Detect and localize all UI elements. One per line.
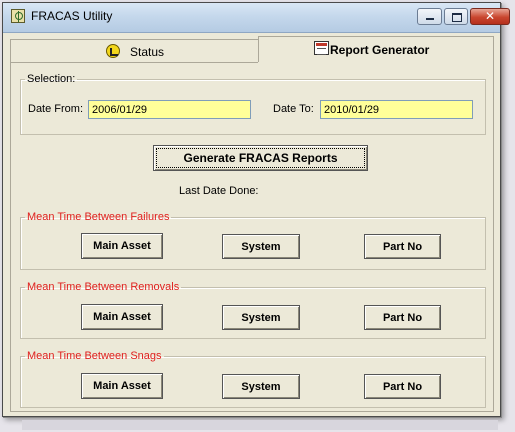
fracas-utility-window: FRACAS Utility ✕ Status Report Generator… bbox=[2, 2, 510, 417]
selection-legend: Selection: bbox=[27, 73, 76, 85]
report-generator-panel: Selection: Date From: Date To: Generate … bbox=[10, 62, 494, 412]
date-from-input[interactable] bbox=[88, 100, 251, 119]
mtbf-legend: Mean Time Between Failures bbox=[27, 211, 170, 223]
maximize-icon bbox=[452, 13, 462, 22]
mtbf-part-no-button[interactable]: Part No bbox=[364, 234, 441, 259]
maximize-button[interactable] bbox=[444, 8, 468, 25]
date-to-input[interactable] bbox=[320, 100, 473, 119]
generate-fracas-reports-button[interactable]: Generate FRACAS Reports bbox=[153, 145, 368, 171]
date-from-label: Date From: bbox=[28, 103, 84, 115]
window-title: FRACAS Utility bbox=[31, 9, 113, 23]
background-strip bbox=[22, 420, 498, 430]
mtbs-part-no-button[interactable]: Part No bbox=[364, 374, 441, 399]
tab-report-generator-label: Report Generator bbox=[330, 43, 430, 57]
date-to-label: Date To: bbox=[273, 103, 314, 115]
mtbs-main-asset-button[interactable]: Main Asset bbox=[81, 373, 163, 399]
close-icon: ✕ bbox=[485, 9, 496, 23]
close-button[interactable]: ✕ bbox=[470, 8, 510, 25]
mtbf-system-button[interactable]: System bbox=[222, 234, 300, 259]
title-bar[interactable]: FRACAS Utility ✕ bbox=[3, 3, 510, 33]
tab-status-label: Status bbox=[130, 45, 165, 59]
last-date-done-label: Last Date Done: bbox=[179, 185, 259, 197]
mtbr-system-button[interactable]: System bbox=[222, 305, 300, 330]
mtbs-system-button[interactable]: System bbox=[222, 374, 300, 399]
minimize-button[interactable] bbox=[417, 8, 442, 25]
mtbs-legend: Mean Time Between Snags bbox=[27, 350, 162, 362]
mtbr-legend: Mean Time Between Removals bbox=[27, 281, 180, 293]
mtbr-part-no-button[interactable]: Part No bbox=[364, 305, 441, 330]
minimize-icon bbox=[426, 18, 434, 20]
status-icon bbox=[106, 44, 120, 58]
tab-report-generator[interactable]: Report Generator bbox=[258, 36, 494, 62]
app-icon[interactable] bbox=[11, 9, 25, 23]
tab-status[interactable]: Status bbox=[10, 39, 258, 63]
report-generator-icon bbox=[314, 41, 329, 55]
mtbr-main-asset-button[interactable]: Main Asset bbox=[81, 304, 163, 330]
mtbf-main-asset-button[interactable]: Main Asset bbox=[81, 233, 163, 259]
